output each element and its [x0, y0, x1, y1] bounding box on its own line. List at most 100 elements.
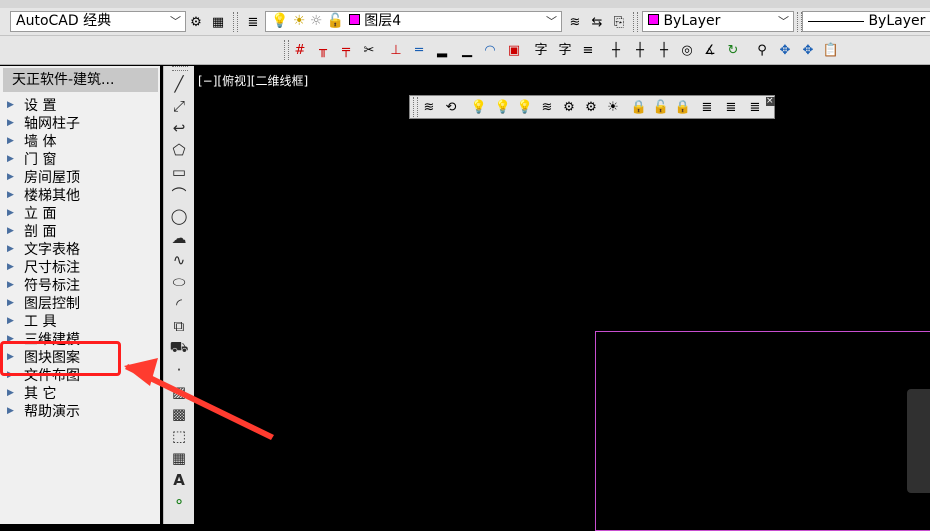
dimension-icon[interactable]: ⊥ [386, 40, 406, 60]
polygon-icon[interactable]: ⬠ [169, 140, 189, 160]
layer-refresh-icon[interactable]: ⟲ [442, 98, 460, 116]
workspace-switch-icon[interactable]: ▦ [208, 12, 228, 32]
single-text-icon[interactable]: 字 [555, 40, 575, 60]
menu-item-tools[interactable]: ▶ 工 具 [0, 313, 158, 331]
lightbulb-icon[interactable]: 💡 [470, 98, 488, 116]
navigation-bar[interactable] [907, 389, 930, 493]
toolbar-grip[interactable] [284, 40, 289, 60]
hline-icon[interactable]: ═ [409, 40, 429, 60]
line-icon[interactable]: ╱ [169, 74, 189, 94]
add-selected-icon[interactable]: ⚬ [169, 492, 189, 512]
toolbar-grip[interactable] [413, 97, 418, 117]
insert-block-icon[interactable]: ⧉ [169, 316, 189, 336]
construction-line-icon[interactable]: ⤢ [169, 96, 189, 116]
toolbar-grip[interactable] [172, 66, 188, 71]
color-dropdown[interactable]: ByLayer ﹀ [642, 11, 794, 32]
redo-icon[interactable]: ↻ [723, 40, 743, 60]
elevation-icon[interactable]: ▁ [457, 40, 477, 60]
revcloud-icon[interactable]: ☁ [169, 228, 189, 248]
menu-item-room-roof[interactable]: ▶ 房间屋顶 [0, 169, 158, 187]
gear-freeze-icon[interactable]: ⚙ [582, 98, 600, 116]
drawing-rectangle [595, 331, 930, 531]
axis-grid-icon[interactable]: # [290, 40, 310, 60]
circle-icon[interactable]: ◯ [169, 206, 189, 226]
menu-item-section[interactable]: ▶ 剖 面 [0, 223, 158, 241]
multi-text-icon[interactable]: ≡ [578, 40, 598, 60]
highlight-box [0, 341, 121, 376]
ellipse-arc-icon[interactable]: ◜ [169, 294, 189, 314]
toolbar-grip[interactable] [233, 12, 238, 32]
dim-chain-1-icon[interactable]: ┼ [606, 40, 626, 60]
dim-chain-3-icon[interactable]: ┼ [654, 40, 674, 60]
menu-item-elevation[interactable]: ▶ 立 面 [0, 205, 158, 223]
spline-icon[interactable]: ∿ [169, 250, 189, 270]
make-current-layer-icon[interactable]: ≋ [565, 12, 585, 32]
lock-unlock-icon[interactable]: 🔓 [652, 98, 670, 116]
menu-item-text-table[interactable]: ▶ 文字表格 [0, 241, 158, 259]
clipboard-icon[interactable]: 📋 [821, 40, 841, 60]
expand-arrow-icon: ▶ [7, 406, 14, 416]
layer-previous-icon[interactable]: ⇆ [587, 12, 607, 32]
pan-icon[interactable]: ✥ [775, 40, 795, 60]
dim-chain-2-icon[interactable]: ┼ [630, 40, 650, 60]
menu-item-label: 轴网柱子 [24, 116, 80, 132]
layer-color-icon[interactable]: ≣ [746, 98, 764, 116]
layer-walk-icon[interactable]: ≋ [538, 98, 556, 116]
layer-merge-icon[interactable]: ≣ [698, 98, 716, 116]
sun-icon[interactable]: ☀ [604, 98, 622, 116]
menu-item-label: 文字表格 [24, 242, 80, 258]
menu-item-door-window[interactable]: ▶ 门 窗 [0, 151, 158, 169]
workspace-dropdown[interactable]: AutoCAD 经典 ﹀ [10, 11, 186, 32]
layer-delete-icon[interactable]: ≣ [722, 98, 740, 116]
sun-frozen-icon: ☼ [309, 13, 323, 29]
color-swatch [648, 14, 659, 25]
lightbulb-on-icon[interactable]: 💡 [516, 98, 534, 116]
lock-icon[interactable]: 🔒 [630, 98, 648, 116]
menu-item-stairs-other[interactable]: ▶ 楼梯其他 [0, 187, 158, 205]
palette-title[interactable]: 天正软件-建筑... [3, 68, 158, 92]
menu-item-layer-control[interactable]: ▶ 图层控制 [0, 295, 158, 313]
layer-properties-icon[interactable]: ≣ [243, 12, 263, 32]
text-style-icon[interactable]: 字 [531, 40, 551, 60]
layer-isolate-icon[interactable]: 💡 [494, 98, 512, 116]
menu-item-label: 剖 面 [24, 224, 57, 240]
linetype-dropdown[interactable]: ByLayer [802, 11, 930, 32]
stair-icon[interactable]: ▂ [432, 40, 452, 60]
rectangle-icon[interactable]: ▭ [169, 162, 189, 182]
gear-icon[interactable]: ⚙ [560, 98, 578, 116]
lightbulb-icon: 💡 [271, 13, 289, 29]
layer-match-icon[interactable]: ⎘ [609, 12, 629, 32]
menu-item-dimension[interactable]: ▶ 尺寸标注 [0, 259, 158, 277]
workspace-settings-icon[interactable]: ⚙ [186, 12, 206, 32]
move-icon[interactable]: ✥ [798, 40, 818, 60]
close-icon[interactable]: × [766, 97, 775, 106]
lock-open-icon: 🔓 [326, 13, 345, 29]
menu-item-label: 房间屋顶 [24, 170, 80, 186]
arc-dim-icon[interactable]: ◠ [480, 40, 500, 60]
menu-item-wall[interactable]: ▶ 墙 体 [0, 133, 158, 151]
viewport-label[interactable]: [−][俯视][二维线框] [198, 72, 308, 89]
angle-dim-icon[interactable]: ∡ [700, 40, 720, 60]
multiline-text-icon[interactable]: A [169, 470, 189, 490]
column-icon[interactable]: ╥ [313, 40, 333, 60]
menu-item-symbol[interactable]: ▶ 符号标注 [0, 277, 158, 295]
expand-arrow-icon: ▶ [7, 172, 14, 182]
expand-arrow-icon: ▶ [7, 208, 14, 218]
layer-stack-icon[interactable]: ≋ [420, 98, 438, 116]
table-icon[interactable]: ▦ [169, 448, 189, 468]
circle-dim-icon[interactable]: ◎ [677, 40, 697, 60]
polyline-icon[interactable]: ↩ [169, 118, 189, 138]
ellipse-icon[interactable]: ⬭ [169, 272, 189, 292]
zoom-icon[interactable]: ⚲ [752, 40, 772, 60]
room-icon[interactable]: ▣ [504, 40, 524, 60]
layer-lock-icon[interactable]: 🔒 [674, 98, 692, 116]
layer-dropdown[interactable]: 💡 ☀ ☼ 🔓 图层4 ﹀ [265, 11, 562, 32]
arc-icon[interactable]: ⌒ [169, 184, 189, 204]
toolbar-grip[interactable] [633, 12, 638, 32]
workspace-name: AutoCAD 经典 [16, 13, 112, 29]
menu-item-settings[interactable]: ▶ 设 置 [0, 97, 158, 115]
draw-toolbar: ╱ ⤢ ↩ ⬠ ▭ ⌒ ◯ ☁ ∿ ⬭ ◜ ⧉ ⛟ · ▨ ▩ ⬚ ▦ A ⚬ [163, 66, 194, 524]
menu-item-axis-column[interactable]: ▶ 轴网柱子 [0, 115, 158, 133]
wall-icon[interactable]: ╤ [336, 40, 356, 60]
door-window-icon[interactable]: ✂ [359, 40, 379, 60]
